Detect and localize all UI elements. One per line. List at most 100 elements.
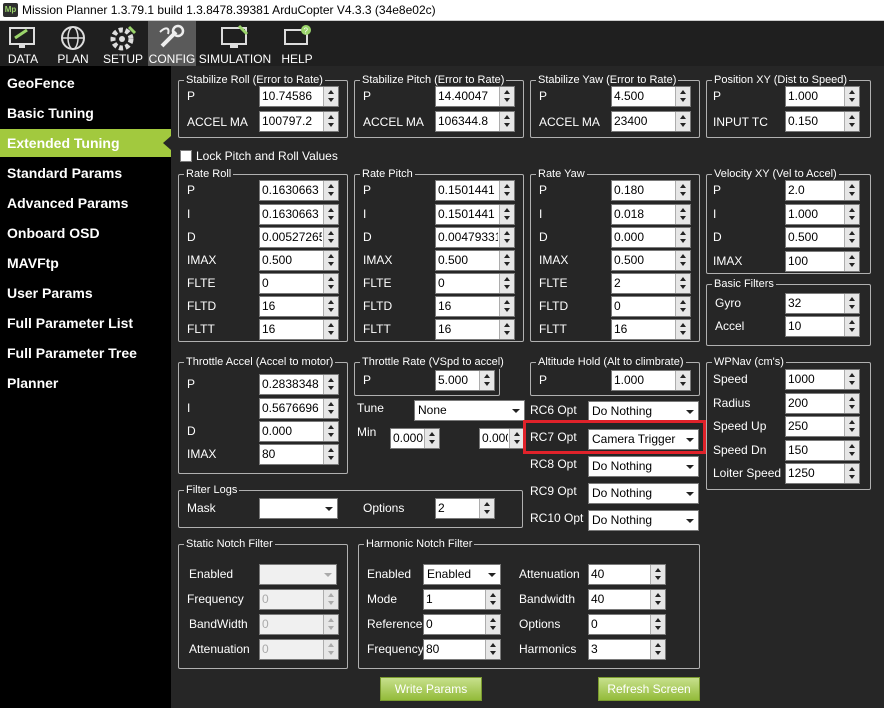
thr-accel-d-input[interactable]: 0.000 [259,421,339,442]
spinner-icon[interactable] [844,228,859,247]
vel-xy-imax-input[interactable]: 100 [785,251,860,272]
spinner-icon[interactable] [499,87,514,106]
rate-pitch-fltt-input[interactable]: 16 [435,319,515,340]
rate-roll-fltd-input[interactable]: 16 [259,296,339,317]
spinner-icon[interactable] [323,251,338,270]
toolbar-config-button[interactable]: CONFIG [148,21,196,66]
rate-pitch-p-input[interactable]: 0.1501441 [435,180,515,201]
sidebar-item-user-params[interactable]: User Params [0,279,171,307]
spinner-icon[interactable] [675,320,690,339]
spinner-icon[interactable] [675,371,690,390]
spinner-icon[interactable] [844,317,859,336]
rate-yaw-flte-input[interactable]: 2 [611,273,691,294]
stab-yaw-accel-input[interactable]: 23400 [611,111,691,132]
stab-roll-p-input[interactable]: 10.74586 [259,86,339,107]
wpnav-loiter-speed-input[interactable]: 1250 [785,463,860,484]
harmonic-enabled-select[interactable]: Enabled [423,564,501,585]
tune-max-input[interactable]: 0.000 [479,428,525,449]
rate-yaw-fltd-input[interactable]: 0 [611,296,691,317]
spinner-icon[interactable] [323,112,338,131]
vel-xy-p-input[interactable]: 2.0 [785,180,860,201]
rate-roll-i-input[interactable]: 0.1630663 [259,204,339,225]
harmonic-attenuation-input[interactable]: 40 [588,564,666,585]
spinner-icon[interactable] [675,87,690,106]
spinner-icon[interactable] [323,181,338,200]
toolbar-setup-button[interactable]: SETUP [100,21,146,66]
gyro-input[interactable]: 32 [785,293,860,314]
spinner-icon[interactable] [844,441,859,460]
vel-xy-d-input[interactable]: 0.500 [785,227,860,248]
spinner-icon[interactable] [844,394,859,413]
write-params-button[interactable]: Write Params [380,677,482,701]
spinner-icon[interactable] [844,464,859,483]
harmonic-mode-input[interactable]: 1 [423,589,501,610]
sidebar-item-advanced-params[interactable]: Advanced Params [0,189,171,217]
spinner-icon[interactable] [844,294,859,313]
spinner-icon[interactable] [499,181,514,200]
rate-roll-p-input[interactable]: 0.1630663 [259,180,339,201]
spinner-icon[interactable] [323,205,338,224]
harmonic-options-input[interactable]: 0 [588,614,666,635]
static-notch-frequency-input[interactable]: 0 [259,589,339,610]
spinner-icon[interactable] [499,274,514,293]
spinner-icon[interactable] [323,590,338,609]
spinner-icon[interactable] [650,615,665,634]
spinner-icon[interactable] [499,320,514,339]
spinner-icon[interactable] [323,422,338,441]
stab-pitch-p-input[interactable]: 14.40047 [435,86,515,107]
spinner-icon[interactable] [675,181,690,200]
wpnav-speed-up-input[interactable]: 250 [785,416,860,437]
sidebar-item-geofence[interactable]: GeoFence [0,69,171,97]
rc9-opt-select[interactable]: Do Nothing [588,483,699,504]
spinner-icon[interactable] [844,181,859,200]
spinner-icon[interactable] [650,640,665,659]
accel-input[interactable]: 10 [785,316,860,337]
static-notch-attenuation-input[interactable]: 0 [259,639,339,660]
sidebar-item-planner[interactable]: Planner [0,369,171,397]
thr-rate-p-input[interactable]: 5.000 [435,370,495,391]
spinner-icon[interactable] [675,251,690,270]
thr-accel-p-input[interactable]: 0.2838348 [259,374,339,395]
spinner-icon[interactable] [650,565,665,584]
rate-pitch-imax-input[interactable]: 0.500 [435,250,515,271]
filter-logs-mask-select[interactable] [259,498,338,519]
spinner-icon[interactable] [485,590,500,609]
static-notch-enabled-select[interactable] [259,564,337,585]
harmonic-harmonics-input[interactable]: 3 [588,639,666,660]
spinner-icon[interactable] [675,205,690,224]
stab-yaw-p-input[interactable]: 4.500 [611,86,691,107]
rate-roll-imax-input[interactable]: 0.500 [259,250,339,271]
spinner-icon[interactable] [323,320,338,339]
toolbar-plan-button[interactable]: PLAN [48,21,98,66]
stab-pitch-accel-input[interactable]: 106344.8 [435,111,515,132]
toolbar-help-button[interactable]: ? HELP [274,21,320,66]
sidebar-item-full-parameter-list[interactable]: Full Parameter List [0,309,171,337]
spinner-icon[interactable] [485,640,500,659]
harmonic-reference-input[interactable]: 0 [423,614,501,635]
rate-pitch-fltd-input[interactable]: 16 [435,296,515,317]
spinner-icon[interactable] [844,112,859,131]
spinner-icon[interactable] [323,640,338,659]
thr-accel-i-input[interactable]: 0.5676696 [259,398,339,419]
spinner-icon[interactable] [675,112,690,131]
spinner-icon[interactable] [844,370,859,389]
sidebar-item-extended-tuning[interactable]: Extended Tuning [0,129,171,157]
sidebar-item-mavftp[interactable]: MAVFtp [0,249,171,277]
wpnav-speed-dn-input[interactable]: 150 [785,440,860,461]
spinner-icon[interactable] [675,274,690,293]
rate-yaw-p-input[interactable]: 0.180 [611,180,691,201]
spinner-icon[interactable] [485,615,500,634]
spinner-icon[interactable] [479,371,494,390]
rate-yaw-fltt-input[interactable]: 16 [611,319,691,340]
spinner-icon[interactable] [499,205,514,224]
stab-roll-accel-input[interactable]: 100797.2 [259,111,339,132]
spinner-icon[interactable] [323,87,338,106]
harmonic-frequency-input[interactable]: 80 [423,639,501,660]
lock-pitch-roll-checkbox[interactable] [180,150,192,162]
rate-yaw-i-input[interactable]: 0.018 [611,204,691,225]
vel-xy-i-input[interactable]: 1.000 [785,204,860,225]
spinner-icon[interactable] [323,228,338,247]
spinner-icon[interactable] [844,205,859,224]
static-notch-bandwidth-input[interactable]: 0 [259,614,339,635]
spinner-icon[interactable] [844,417,859,436]
